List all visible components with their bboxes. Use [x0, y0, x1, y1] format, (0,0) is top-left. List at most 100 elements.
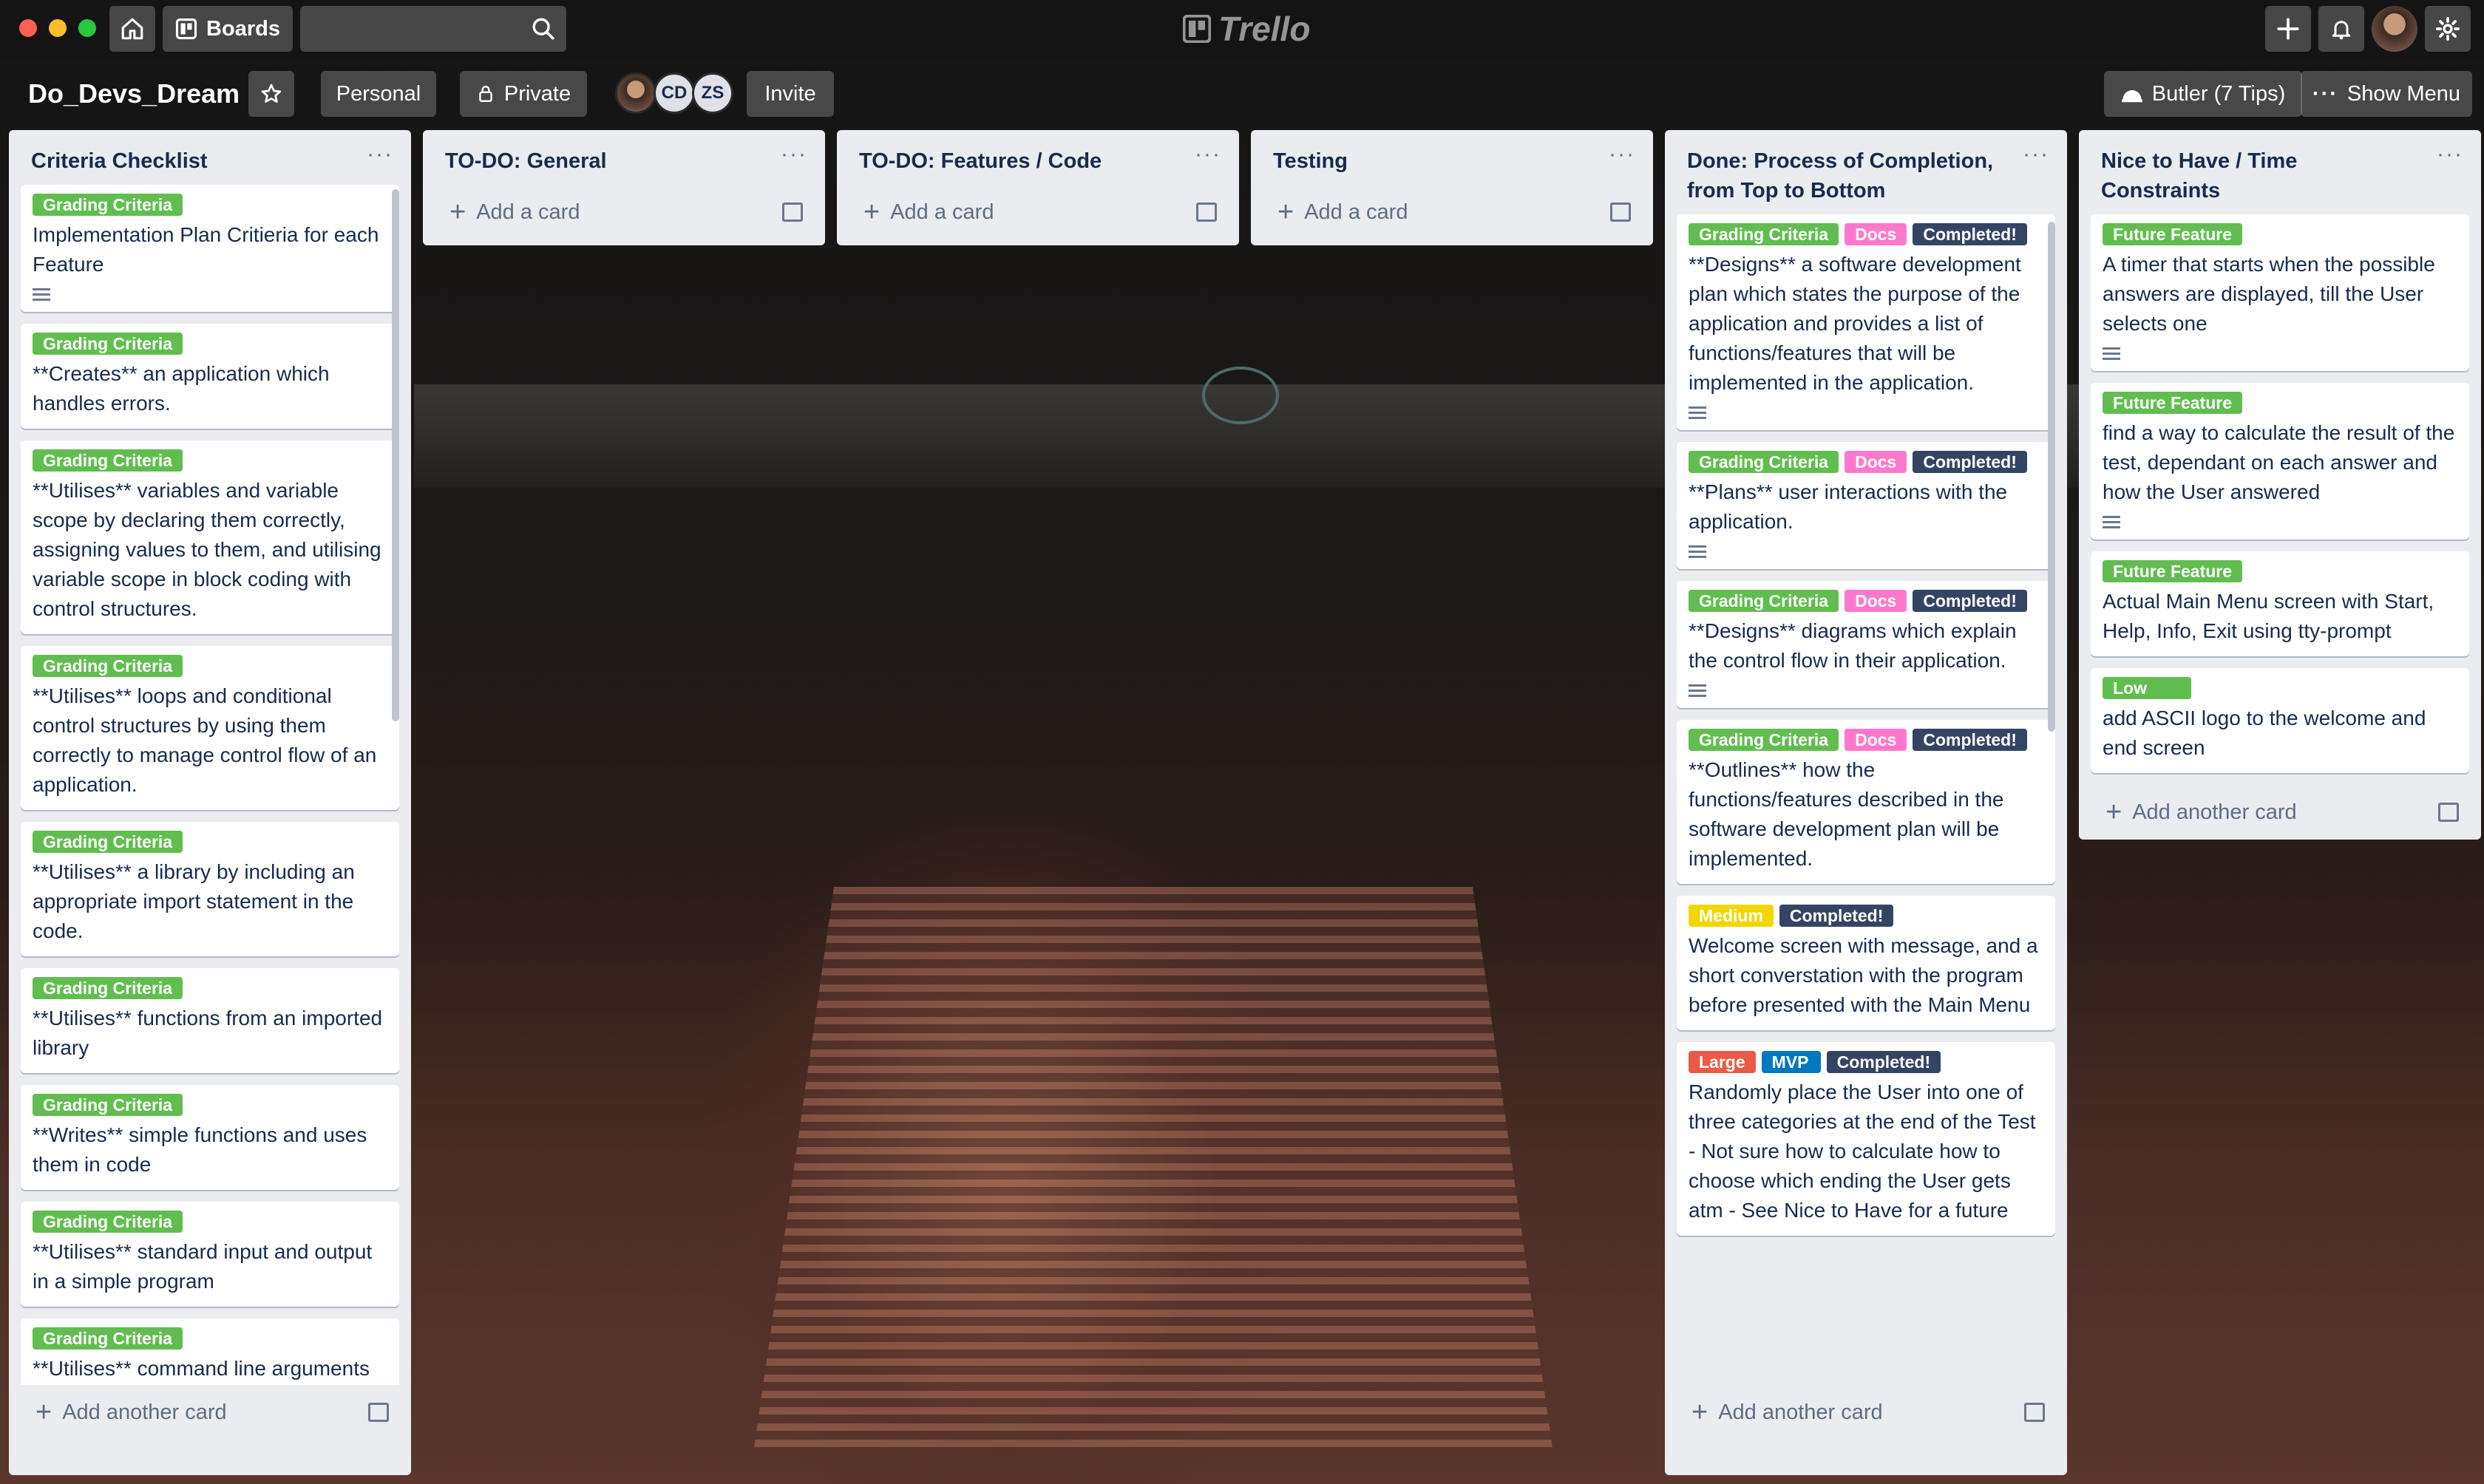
- add-card-button[interactable]: + Add a card: [423, 185, 825, 239]
- label-medium[interactable]: Medium: [1689, 905, 1774, 927]
- label-completed[interactable]: Completed!: [1913, 451, 2027, 473]
- label-grading-criteria[interactable]: Grading Criteria: [33, 194, 183, 216]
- label-completed[interactable]: Completed!: [1913, 729, 2027, 751]
- list-title[interactable]: Done: Process of Completion, from Top to…: [1665, 130, 2067, 214]
- card[interactable]: Grading Criteria **Utilises** command lin…: [21, 1318, 399, 1385]
- card[interactable]: Grading Criteria Docs Completed! **Outlines…: [1677, 720, 2055, 884]
- card[interactable]: Grading Criteria **Utilises** variables a…: [21, 440, 399, 634]
- label-docs[interactable]: Docs: [1845, 223, 1907, 245]
- butler-button[interactable]: Butler (7 Tips): [2104, 71, 2302, 117]
- list-to-do-features-code[interactable]: TO-DO: Features / Code ··· + Add a card: [837, 130, 1239, 245]
- label-grading-criteria[interactable]: Grading Criteria: [33, 1211, 183, 1233]
- label-future-feature[interactable]: Future Feature: [2103, 223, 2243, 245]
- label-docs[interactable]: Docs: [1845, 729, 1907, 751]
- label-docs[interactable]: Docs: [1845, 590, 1907, 612]
- card[interactable]: Future Feature A timer that starts when t…: [2091, 214, 2469, 371]
- search-input[interactable]: [300, 6, 566, 52]
- label-mvp[interactable]: MVP: [1761, 1051, 1821, 1073]
- card-template-icon[interactable]: [1196, 202, 1217, 222]
- card[interactable]: Grading Criteria **Writes** simple functi…: [21, 1085, 399, 1190]
- settings-button[interactable]: [2425, 6, 2471, 52]
- list-scrollbar-criteria[interactable]: [392, 189, 399, 721]
- card[interactable]: Grading Criteria **Utilises** standard in…: [21, 1202, 399, 1307]
- window-maximize-button[interactable]: [78, 19, 96, 37]
- label-grading-criteria[interactable]: Grading Criteria: [33, 1327, 183, 1349]
- list-testing[interactable]: Testing ··· + Add a card: [1251, 130, 1653, 245]
- add-card-button[interactable]: + Add another card: [9, 1385, 411, 1440]
- list-done-process-of-completion-from-top-to-bottom[interactable]: Done: Process of Completion, from Top to…: [1665, 130, 2067, 1475]
- board-title[interactable]: Do_Devs_Dream: [28, 78, 240, 109]
- window-close-button[interactable]: [19, 19, 37, 37]
- label-grading-criteria[interactable]: Grading Criteria: [33, 977, 183, 999]
- list-menu-icon[interactable]: ···: [1195, 142, 1221, 167]
- label-large[interactable]: Large: [1689, 1051, 1756, 1073]
- label-future-feature[interactable]: Future Feature: [2103, 560, 2243, 582]
- show-menu-button[interactable]: ··· Show Menu: [2301, 71, 2472, 117]
- add-card-button[interactable]: + Add another card: [1665, 1385, 2067, 1440]
- label-future-feature[interactable]: Future Feature: [2103, 392, 2243, 414]
- card[interactable]: Medium Completed! Welcome screen with mess…: [1677, 896, 2055, 1030]
- label-grading-criteria[interactable]: Grading Criteria: [33, 1094, 183, 1116]
- label-grading-criteria[interactable]: Grading Criteria: [1689, 729, 1839, 751]
- list-title[interactable]: TO-DO: Features / Code: [837, 130, 1239, 185]
- add-card-button[interactable]: + Add a card: [1251, 185, 1653, 239]
- card-template-icon[interactable]: [2024, 1403, 2045, 1422]
- label-completed[interactable]: Completed!: [1913, 590, 2027, 612]
- label-grading-criteria[interactable]: Grading Criteria: [1689, 223, 1839, 245]
- card[interactable]: Future Feature find a way to calculate th…: [2091, 383, 2469, 540]
- list-menu-icon[interactable]: ···: [367, 142, 393, 167]
- label-grading-criteria[interactable]: Grading Criteria: [1689, 590, 1839, 612]
- label-grading-criteria[interactable]: Grading Criteria: [33, 831, 183, 853]
- list-title[interactable]: Nice to Have / Time Constraints: [2079, 130, 2481, 214]
- member-avatar-zs[interactable]: ZS: [692, 72, 733, 114]
- list-menu-icon[interactable]: ···: [2023, 142, 2049, 167]
- card-template-icon[interactable]: [782, 202, 803, 222]
- invite-button[interactable]: Invite: [747, 71, 834, 117]
- list-title[interactable]: TO-DO: General: [423, 130, 825, 185]
- list-scrollbar-done[interactable]: [2048, 222, 2055, 732]
- card[interactable]: Grading Criteria **Utilises** a library b…: [21, 822, 399, 956]
- label-completed[interactable]: Completed!: [1913, 223, 2027, 245]
- card[interactable]: Grading Criteria **Utilises** loops and c…: [21, 646, 399, 810]
- card[interactable]: Grading Criteria Docs Completed! **Designs*…: [1677, 581, 2055, 708]
- card-template-icon[interactable]: [1610, 202, 1631, 222]
- label-grading-criteria[interactable]: Grading Criteria: [33, 333, 183, 355]
- list-criteria-checklist[interactable]: Criteria Checklist ··· Grading Criteria Imp…: [9, 130, 411, 1475]
- trello-logo[interactable]: Trello: [1183, 9, 1310, 49]
- member-avatar-cd[interactable]: CD: [654, 72, 695, 114]
- card[interactable]: Future Feature Actual Main Menu screen wi…: [2091, 551, 2469, 656]
- list-menu-icon[interactable]: ···: [781, 142, 807, 167]
- home-button[interactable]: [109, 6, 155, 52]
- card[interactable]: Grading Criteria Docs Completed! **Plans** …: [1677, 442, 2055, 569]
- list-menu-icon[interactable]: ···: [1609, 142, 1635, 167]
- card[interactable]: Low add ASCII logo to the welcome and end…: [2091, 668, 2469, 773]
- label-docs[interactable]: Docs: [1845, 451, 1907, 473]
- card[interactable]: Grading Criteria **Utilises** functions f…: [21, 968, 399, 1073]
- label-grading-criteria[interactable]: Grading Criteria: [1689, 451, 1839, 473]
- label-low[interactable]: Low: [2103, 677, 2191, 699]
- label-grading-criteria[interactable]: Grading Criteria: [33, 655, 183, 677]
- list-menu-icon[interactable]: ···: [2437, 142, 2463, 167]
- list-title[interactable]: Criteria Checklist: [9, 130, 411, 185]
- add-card-button[interactable]: + Add another card: [2079, 785, 2481, 840]
- create-button[interactable]: [2265, 6, 2311, 52]
- card[interactable]: Grading Criteria **Creates** an applicati…: [21, 324, 399, 429]
- notifications-button[interactable]: [2318, 6, 2364, 52]
- card-template-icon[interactable]: [2438, 803, 2459, 822]
- star-board-button[interactable]: [248, 71, 294, 117]
- card-template-icon[interactable]: [368, 1403, 389, 1422]
- label-completed[interactable]: Completed!: [1826, 1051, 1941, 1073]
- list-title[interactable]: Testing: [1251, 130, 1653, 185]
- team-button[interactable]: Personal: [321, 71, 436, 117]
- window-minimize-button[interactable]: [49, 19, 67, 37]
- card[interactable]: Grading Criteria Docs Completed! **Designs*…: [1677, 214, 2055, 430]
- visibility-button[interactable]: Private: [460, 71, 587, 117]
- card[interactable]: Grading Criteria Implementation Plan Crit…: [21, 185, 399, 312]
- member-avatar-photo[interactable]: [615, 72, 656, 114]
- card[interactable]: Large MVP Completed! Randomly place the Use…: [1677, 1042, 2055, 1236]
- user-avatar[interactable]: [2372, 6, 2417, 52]
- boards-button[interactable]: Boards: [163, 6, 293, 52]
- list-nice-to-have-time-constraints[interactable]: Nice to Have / Time Constraints ··· Future…: [2079, 130, 2481, 840]
- list-to-do-general[interactable]: TO-DO: General ··· + Add a card: [423, 130, 825, 245]
- add-card-button[interactable]: + Add a card: [837, 185, 1239, 239]
